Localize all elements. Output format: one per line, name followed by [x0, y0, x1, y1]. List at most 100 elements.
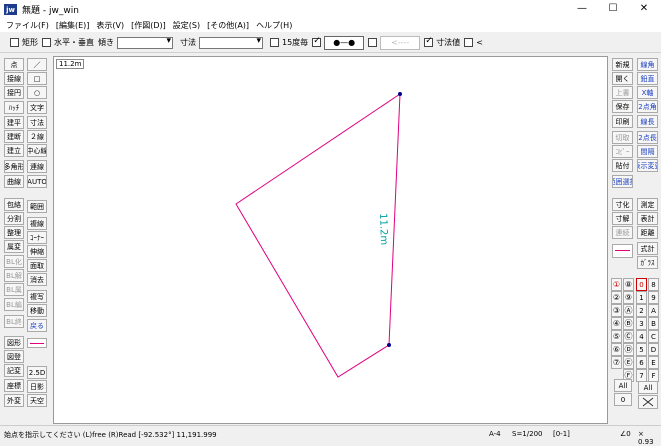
btn-continuous[interactable]: 連続 — [612, 226, 633, 239]
line-pattern2-button[interactable]: <---- — [380, 35, 421, 50]
close-button[interactable]: ✕ — [634, 2, 654, 16]
btn-line-angle[interactable]: 線角 — [637, 58, 658, 71]
layer-circle[interactable]: Ⓑ — [623, 317, 634, 330]
tool-center-line[interactable]: 中心線 — [27, 144, 47, 157]
tool-attr-change[interactable]: 属変 — [4, 240, 24, 253]
tool-building-plan[interactable]: 建平 — [4, 116, 24, 129]
btn-table-calc[interactable]: 表計 — [637, 212, 658, 225]
layer-circle-left[interactable]: ⑥ — [611, 343, 622, 356]
layer-4[interactable]: 4 — [636, 330, 647, 343]
btn-line-length[interactable]: 線長 — [637, 115, 658, 128]
btn-glass[interactable]: ｶﾞﾗｽ — [637, 256, 658, 269]
tool-figure-register[interactable]: 図登 — [4, 350, 24, 363]
dimension-combo[interactable] — [199, 36, 263, 49]
tool-stretch[interactable]: 伸縮 — [27, 245, 47, 258]
tool-circle[interactable]: ○ — [27, 86, 47, 99]
layer-circle[interactable]: Ⓐ — [623, 304, 634, 317]
tool-polygon[interactable]: 多角形 — [4, 160, 24, 173]
tool-figure[interactable]: 図形 — [4, 336, 24, 349]
minimize-button[interactable]: — — [572, 2, 592, 16]
tool-range[interactable]: 範囲 — [27, 200, 47, 213]
tool-building-section[interactable]: 建断 — [4, 130, 24, 143]
layer-6[interactable]: 6 — [636, 356, 647, 369]
tool-move[interactable]: 移動 — [27, 304, 47, 317]
tool-tangent[interactable]: 接線 — [4, 72, 24, 85]
tool-copy-line[interactable]: 複線 — [27, 217, 47, 230]
menu-view[interactable]: 表示(V) — [96, 20, 124, 31]
btn-new[interactable]: 新規 — [612, 58, 633, 71]
btn-measure[interactable]: 測定 — [637, 198, 658, 211]
layer-circle[interactable]: Ⓒ — [623, 330, 634, 343]
tool-building-elevation[interactable]: 建立 — [4, 144, 24, 157]
tool-envelope[interactable]: 包絡 — [4, 198, 24, 211]
layer-0[interactable]: 0 — [636, 278, 647, 291]
tool-rectangle[interactable]: □ — [27, 72, 47, 85]
rect-checkbox[interactable] — [10, 38, 19, 47]
maximize-button[interactable]: ☐ — [603, 2, 623, 16]
layer-group-all[interactable]: All — [614, 379, 632, 392]
tool-block-release[interactable]: BL解 — [4, 269, 24, 282]
layer-e[interactable]: E — [648, 356, 659, 369]
layer-3[interactable]: 3 — [636, 317, 647, 330]
tool-dimension[interactable]: 寸法 — [27, 116, 47, 129]
menu-edit[interactable]: [編集(E)] — [56, 20, 90, 31]
btn-open[interactable]: 開く — [612, 72, 633, 85]
layer-b[interactable]: B — [648, 317, 659, 330]
status-paper[interactable]: A-4 — [489, 430, 501, 438]
lt-checkbox[interactable] — [464, 38, 474, 47]
pattern2-checkbox[interactable] — [368, 38, 378, 47]
menu-settings[interactable]: 設定(S) — [173, 20, 200, 31]
layer-1[interactable]: 1 — [636, 291, 647, 304]
layer-circle-left[interactable]: ④ — [611, 317, 622, 330]
status-layer[interactable]: [0-1] — [553, 430, 570, 438]
tool-block-create[interactable]: BL化 — [4, 255, 24, 268]
btn-two-point-length[interactable]: 2点長 — [637, 131, 658, 144]
layer-a[interactable]: A — [648, 304, 659, 317]
menu-other[interactable]: [その他(A)] — [207, 20, 249, 31]
layer-group-zero[interactable]: 0 — [614, 393, 632, 406]
menu-draw[interactable]: [作図(D)] — [131, 20, 166, 31]
tool-hatch[interactable]: ﾊｯﾁ — [4, 101, 24, 114]
tool-block-attr[interactable]: BL属 — [4, 283, 24, 296]
btn-display-change[interactable]: 表示変更 — [637, 159, 658, 172]
layer-close-icon[interactable] — [638, 395, 658, 409]
status-zoom[interactable]: × 0.93 — [638, 430, 661, 446]
drawing-canvas[interactable]: 11.2m 11.2m — [53, 56, 608, 424]
tool-corner[interactable]: ｺｰﾅｰ — [27, 231, 47, 244]
tool-auto[interactable]: AUTO — [27, 175, 47, 188]
line-style-swatch[interactable] — [27, 338, 47, 348]
layer-circle[interactable]: Ⓓ — [623, 343, 634, 356]
layer-5[interactable]: 5 — [636, 343, 647, 356]
layer-8[interactable]: 8 — [648, 278, 659, 291]
menu-help[interactable]: ヘルプ(H) — [256, 20, 292, 31]
tool-2-5d[interactable]: 2.5D — [27, 366, 47, 379]
tool-undo[interactable]: 戻る — [27, 319, 47, 332]
line-pattern-button[interactable]: ●—● — [324, 35, 365, 50]
btn-dim-create[interactable]: 寸化 — [612, 198, 633, 211]
tool-point[interactable]: 点 — [4, 58, 24, 71]
layer-circle[interactable]: ⑨ — [623, 291, 634, 304]
tool-block-edit[interactable]: BL編 — [4, 298, 24, 311]
btn-overwrite[interactable]: 上書 — [612, 86, 633, 99]
btn-copy[interactable]: ｺﾋﾟｰ — [612, 145, 633, 158]
tool-arrange[interactable]: 整理 — [4, 226, 24, 239]
tool-shadow[interactable]: 日影 — [27, 380, 47, 393]
tool-connect[interactable]: 連線 — [27, 160, 47, 173]
layer-circle-left[interactable]: ⑦ — [611, 356, 622, 369]
btn-distance[interactable]: 距離 — [637, 226, 658, 239]
line-pattern-checkbox[interactable] — [312, 36, 322, 47]
btn-paste[interactable]: 貼付 — [612, 159, 633, 172]
layer-circle-left[interactable]: ② — [611, 291, 622, 304]
layer-circle[interactable]: ⑧ — [623, 278, 634, 291]
line-color-swatch[interactable] — [612, 244, 633, 258]
layer-9[interactable]: 9 — [648, 291, 659, 304]
layer-circle[interactable]: Ⓔ — [623, 356, 634, 369]
tool-curve[interactable]: 曲線 — [4, 175, 24, 188]
btn-dim-release[interactable]: 寸解 — [612, 212, 633, 225]
tool-sky[interactable]: 天空 — [27, 394, 47, 407]
horizontal-checkbox[interactable] — [42, 38, 51, 47]
tool-external-change[interactable]: 外変 — [4, 394, 24, 407]
status-scale[interactable]: S=1/200 — [512, 430, 542, 438]
btn-range-select[interactable]: 範囲選択 — [612, 175, 633, 188]
tool-line[interactable]: ／ — [27, 58, 47, 71]
